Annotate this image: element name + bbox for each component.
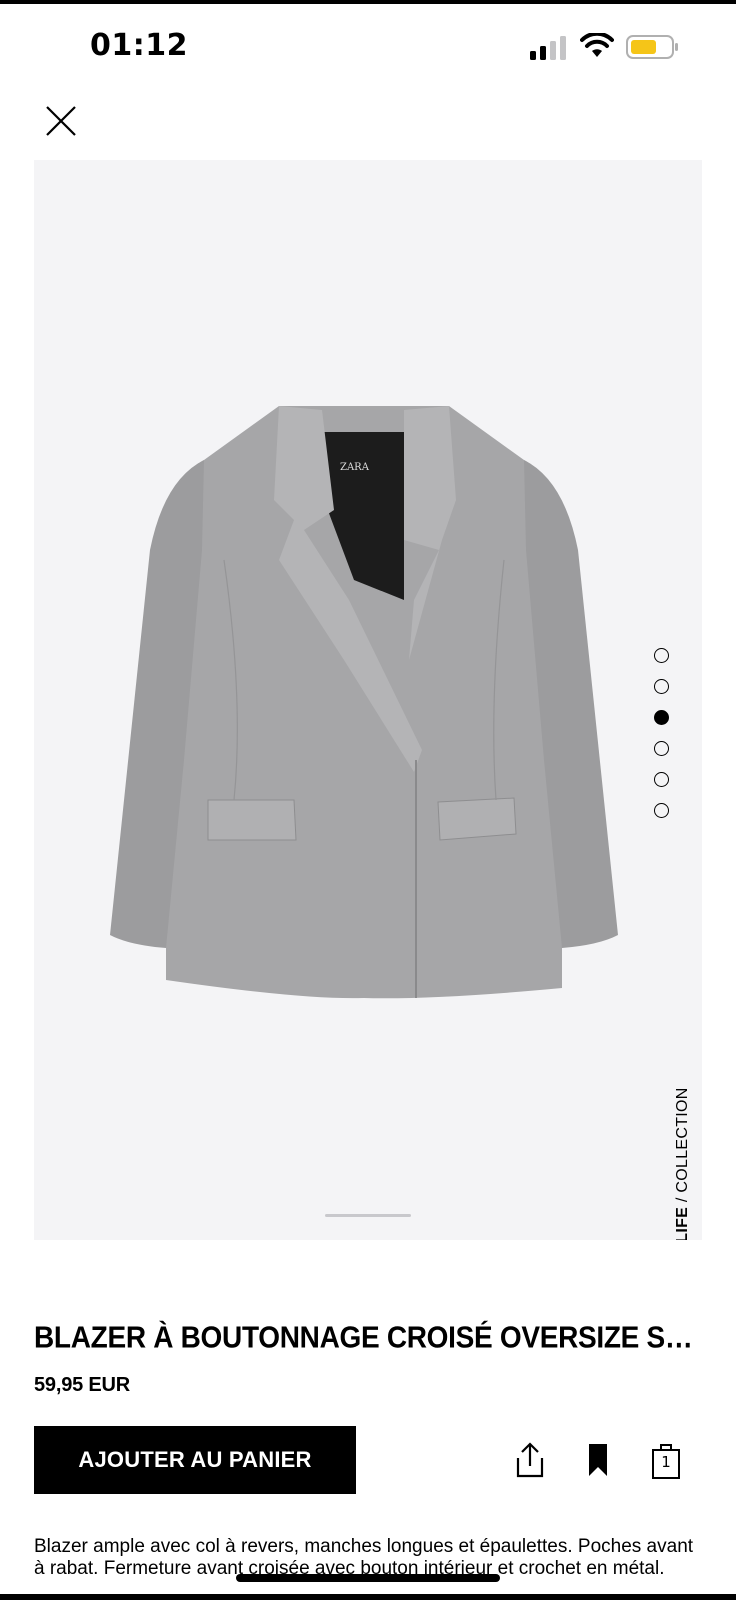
battery-icon [626, 35, 678, 59]
signal-icon [530, 36, 566, 60]
gallery-dot[interactable] [654, 803, 669, 818]
product-image-gallery[interactable]: ZARA JOIN LIFE / COLLECTION [34, 160, 702, 1240]
collection-text: / COLLECTION [674, 1087, 691, 1207]
add-to-cart-button[interactable]: AJOUTER AU PANIER [34, 1426, 356, 1494]
bottom-edge [0, 1594, 736, 1600]
gallery-dot[interactable] [654, 741, 669, 756]
gallery-dot[interactable] [654, 648, 669, 663]
product-title: BLAZER À BOUTONNAGE CROISÉ OVERSIZE SPEC… [34, 1320, 702, 1355]
gallery-dot[interactable] [654, 772, 669, 787]
gallery-dot-active[interactable] [654, 710, 669, 725]
join-life-bold: JOIN LIFE [674, 1207, 691, 1240]
close-icon[interactable] [44, 104, 78, 138]
share-icon[interactable] [510, 1440, 550, 1480]
wifi-icon [580, 33, 614, 57]
svg-text:ZARA: ZARA [340, 462, 370, 473]
home-indicator[interactable] [236, 1574, 500, 1582]
status-time: 01:12 [90, 28, 188, 63]
product-price: 59,95 EUR [34, 1374, 131, 1396]
top-edge [0, 0, 736, 4]
image-scroll-indicator [325, 1214, 411, 1217]
bookmark-icon[interactable] [578, 1440, 618, 1480]
gallery-pagination [654, 648, 674, 834]
join-life-label: JOIN LIFE / COLLECTION [674, 1087, 692, 1240]
gallery-dot[interactable] [654, 679, 669, 694]
cart-count: 1 [661, 1453, 671, 1471]
blazer-image: ZARA [110, 406, 618, 999]
shopping-bag-button[interactable]: 1 [646, 1440, 686, 1480]
